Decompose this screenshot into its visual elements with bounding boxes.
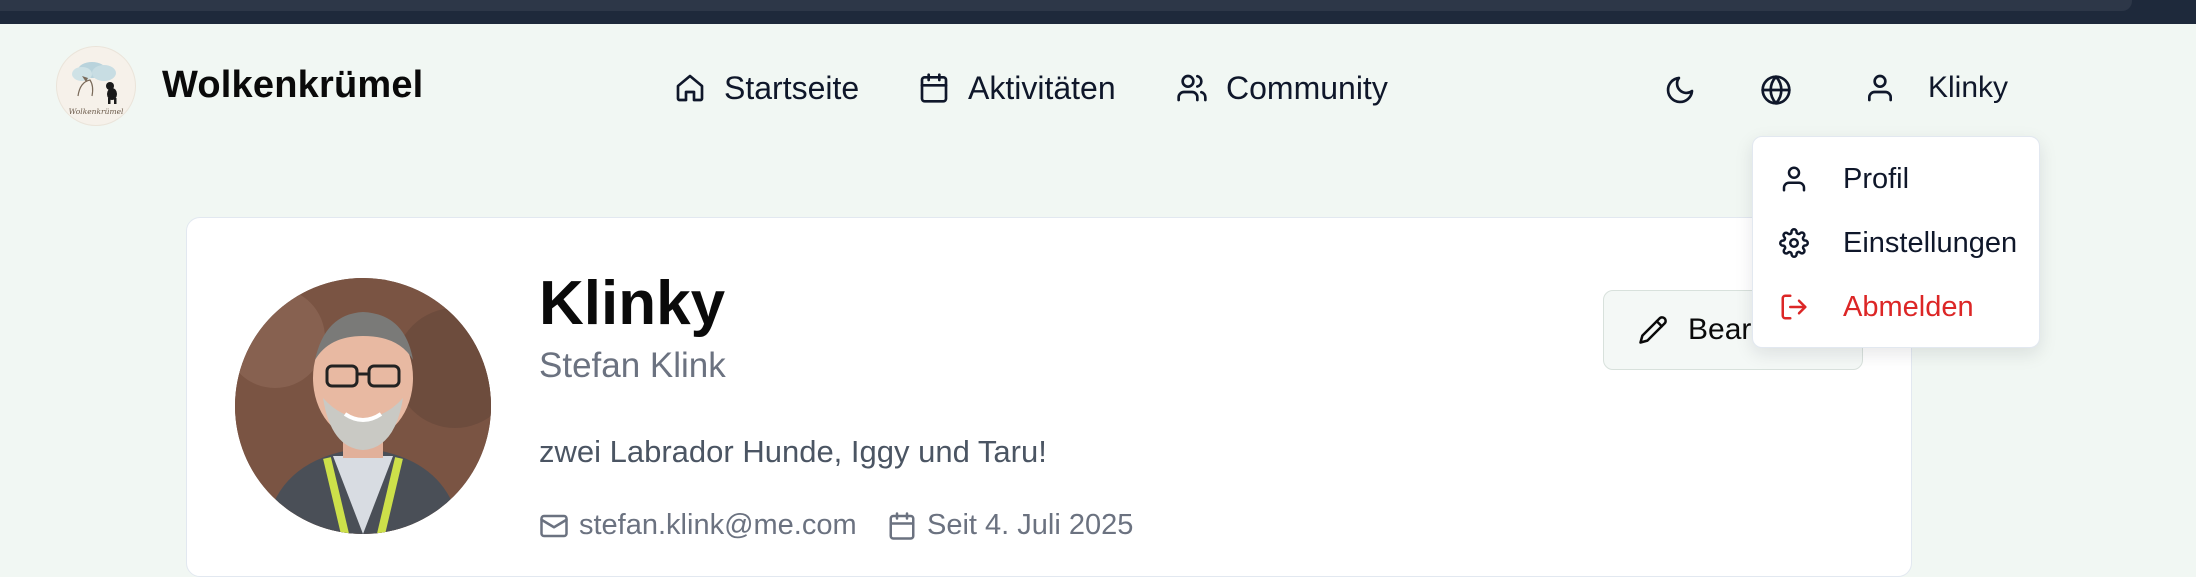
browser-chrome [0, 0, 2196, 24]
profile-email-row: stefan.klink@me.com [539, 509, 857, 542]
home-icon [676, 74, 704, 102]
menu-item-abmelden[interactable]: Abmelden [1753, 279, 2039, 335]
brand-name[interactable]: Wolkenkrümel [162, 64, 423, 107]
globe-icon [1761, 75, 1791, 105]
nav-community-label: Community [1226, 69, 1388, 106]
profile-username: Klinky [539, 269, 726, 338]
users-icon [1177, 74, 1207, 102]
avatar-photo [235, 278, 491, 534]
user-menu-button[interactable]: Klinky [1864, 68, 2008, 108]
profile-full-name: Stefan Klink [539, 346, 726, 385]
nav-aktivitaeten[interactable]: Aktivitäten [918, 68, 1116, 108]
menu-item-einstellungen-label: Einstellungen [1843, 226, 2018, 259]
moon-icon [1666, 76, 1694, 104]
logo-lettering: Wolkenkrümel [69, 107, 124, 116]
menu-item-profil[interactable]: Profil [1753, 151, 2039, 207]
nav-startseite-label: Startseite [724, 69, 860, 106]
logout-icon [1781, 294, 1807, 320]
mail-icon [540, 514, 568, 537]
pencil-icon [1639, 316, 1667, 344]
avatar [235, 278, 491, 534]
profile-email: stefan.klink@me.com [579, 509, 857, 541]
nav-community[interactable]: Community [1176, 68, 1388, 108]
nav-startseite[interactable]: Startseite [674, 68, 859, 108]
browser-address-strip [0, 0, 2132, 11]
profile-member-since: Seit 4. Juli 2025 [927, 509, 1134, 541]
logo-image: Wolkenkrümel [69, 62, 124, 116]
nav-aktivitaeten-label: Aktivitäten [968, 69, 1116, 106]
profile-since-row: Seit 4. Juli 2025 [887, 509, 1133, 542]
profile-bio: zwei Labrador Hunde, Iggy und Taru! [539, 434, 1047, 469]
top-navbar: Wolkenkrümel Wolkenkrümel Startseite Akt… [0, 24, 2196, 154]
calendar-icon [889, 511, 915, 540]
theme-toggle-button[interactable] [1660, 70, 1700, 110]
user-icon [1782, 166, 1806, 192]
calendar-icon [920, 73, 948, 103]
user-menu-label: Klinky [1928, 71, 2009, 104]
user-dropdown-menu: Profil Einstellungen Abmelden [1752, 136, 2040, 348]
language-button[interactable] [1756, 70, 1796, 110]
menu-item-profil-label: Profil [1843, 162, 1910, 195]
logo[interactable]: Wolkenkrümel [56, 46, 136, 126]
user-icon [1868, 74, 1892, 102]
gear-icon [1779, 228, 1809, 258]
menu-item-abmelden-label: Abmelden [1843, 290, 1974, 323]
menu-item-einstellungen[interactable]: Einstellungen [1753, 215, 2039, 271]
